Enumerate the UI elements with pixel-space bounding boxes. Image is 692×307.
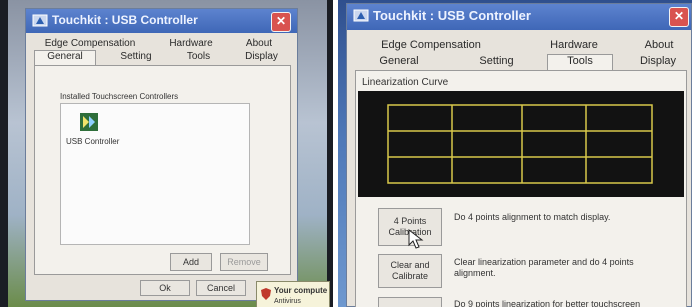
- tab-strip: Edge Compensation Hardware About General…: [359, 38, 689, 72]
- popup-body: Antivirus software m: [274, 298, 301, 305]
- tab-hardware[interactable]: Hardware: [539, 39, 609, 51]
- installed-controllers-label: Installed Touchscreen Controllers: [60, 92, 179, 101]
- tab-about[interactable]: About: [234, 38, 284, 49]
- close-button[interactable]: ✕: [271, 12, 291, 32]
- four-points-description: Do 4 points alignment to match display.: [454, 212, 611, 222]
- right-dialog: Touchkit : USB Controller ✕ Edge Compens…: [346, 3, 692, 307]
- monitor-bezel-left: [0, 0, 8, 307]
- mouse-pointer-icon: [408, 229, 424, 249]
- tab-general[interactable]: General: [359, 55, 439, 67]
- tab-about[interactable]: About: [629, 39, 689, 51]
- general-panel: Installed Touchscreen Controllers USB Co…: [34, 65, 291, 275]
- tab-edge-compensation[interactable]: Edge Compensation: [371, 39, 491, 51]
- tab-tools[interactable]: Tools: [171, 51, 226, 62]
- right-titlebar: Touchkit : USB Controller ✕: [347, 4, 691, 30]
- window-title: Touchkit : USB Controller: [52, 13, 198, 27]
- close-button[interactable]: ✕: [669, 7, 689, 27]
- tab-general[interactable]: General: [34, 50, 96, 65]
- tab-display[interactable]: Display: [627, 55, 689, 67]
- touchkit-app-icon: [32, 14, 48, 27]
- controllers-list[interactable]: USB Controller: [60, 103, 250, 245]
- left-dialog: Touchkit : USB Controller ✕ Edge Compens…: [25, 8, 298, 301]
- touchkit-app-icon: [353, 9, 369, 22]
- window-title: Touchkit : USB Controller: [373, 8, 531, 23]
- monitor-bezel-right: [327, 0, 333, 307]
- nine-points-description: Do 9 points linearization for better tou…: [454, 299, 641, 307]
- tools-panel: Linearization Curve 4 Points Calibration…: [355, 70, 687, 307]
- security-popup[interactable]: Your compute Antivirus software m: [256, 281, 330, 307]
- usb-controller-icon: [80, 113, 98, 131]
- tab-hardware[interactable]: Hardware: [161, 38, 221, 49]
- clear-and-calibrate-button[interactable]: Clear and Calibrate: [378, 254, 442, 288]
- tab-setting[interactable]: Setting: [459, 55, 534, 67]
- linearization-curve-graph: [358, 91, 684, 197]
- cancel-button[interactable]: Cancel: [196, 280, 246, 296]
- clear-description: Clear linearization parameter and do 4 p…: [454, 257, 634, 278]
- remove-button[interactable]: Remove: [220, 253, 268, 271]
- popup-title: Your compute: [274, 286, 328, 295]
- tab-display[interactable]: Display: [234, 51, 289, 62]
- tab-setting[interactable]: Setting: [106, 51, 166, 62]
- nine-points-button[interactable]: [378, 297, 442, 307]
- ok-button[interactable]: Ok: [140, 280, 190, 296]
- right-photo: Touchkit : USB Controller ✕ Edge Compens…: [338, 0, 692, 307]
- shield-icon: [261, 288, 271, 300]
- tab-strip: Edge Compensation Hardware About General…: [34, 37, 289, 67]
- add-button[interactable]: Add: [170, 253, 212, 271]
- usb-controller-item[interactable]: USB Controller: [66, 136, 119, 147]
- tab-tools[interactable]: Tools: [547, 54, 613, 71]
- linearization-curve-label: Linearization Curve: [362, 77, 449, 88]
- left-titlebar: Touchkit : USB Controller ✕: [26, 9, 297, 33]
- left-photo: Touchkit : USB Controller ✕ Edge Compens…: [0, 0, 333, 307]
- tab-edge-compensation[interactable]: Edge Compensation: [40, 38, 140, 49]
